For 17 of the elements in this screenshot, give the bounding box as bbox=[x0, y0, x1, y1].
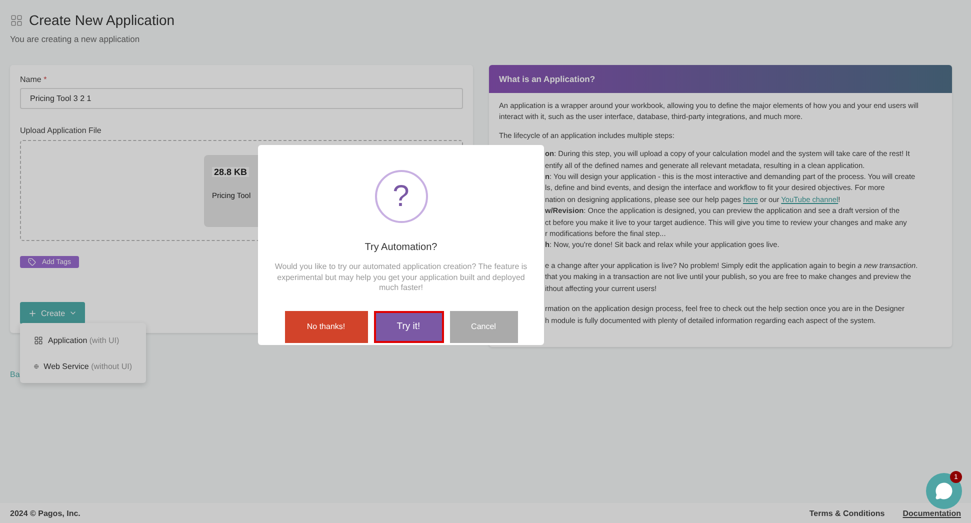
name-input[interactable]: Pricing Tool 3 2 1 bbox=[20, 88, 463, 109]
name-label: Name * bbox=[20, 75, 48, 84]
menu-item[interactable]: Web Service (without UI) bbox=[20, 353, 146, 379]
footer-link[interactable]: Documentation bbox=[902, 508, 961, 518]
dialog-button[interactable]: No thanks! bbox=[284, 310, 368, 342]
upload-label: Upload Application File bbox=[20, 126, 102, 135]
file-size: 28.8 KB bbox=[212, 167, 250, 177]
dialog-title: Try Automation? bbox=[364, 242, 438, 253]
info-title: What is an Application? bbox=[489, 65, 952, 93]
dialog-button[interactable]: Try it! bbox=[374, 310, 444, 342]
page-subtitle: You are creating a new application bbox=[10, 34, 141, 44]
footer-link[interactable]: Terms & Conditions bbox=[809, 508, 885, 518]
question-mark-icon: ? bbox=[374, 170, 428, 223]
dialog-message: Would you like to try our automated application creation? The feature is experimental but may help you get your application built and deployed much faster! bbox=[274, 262, 528, 294]
menu-item[interactable]: Application (with UI) bbox=[20, 327, 146, 353]
copyright-text: 2024 © Pagos, Inc. bbox=[10, 508, 80, 518]
page-title: Create New Application bbox=[29, 12, 175, 28]
